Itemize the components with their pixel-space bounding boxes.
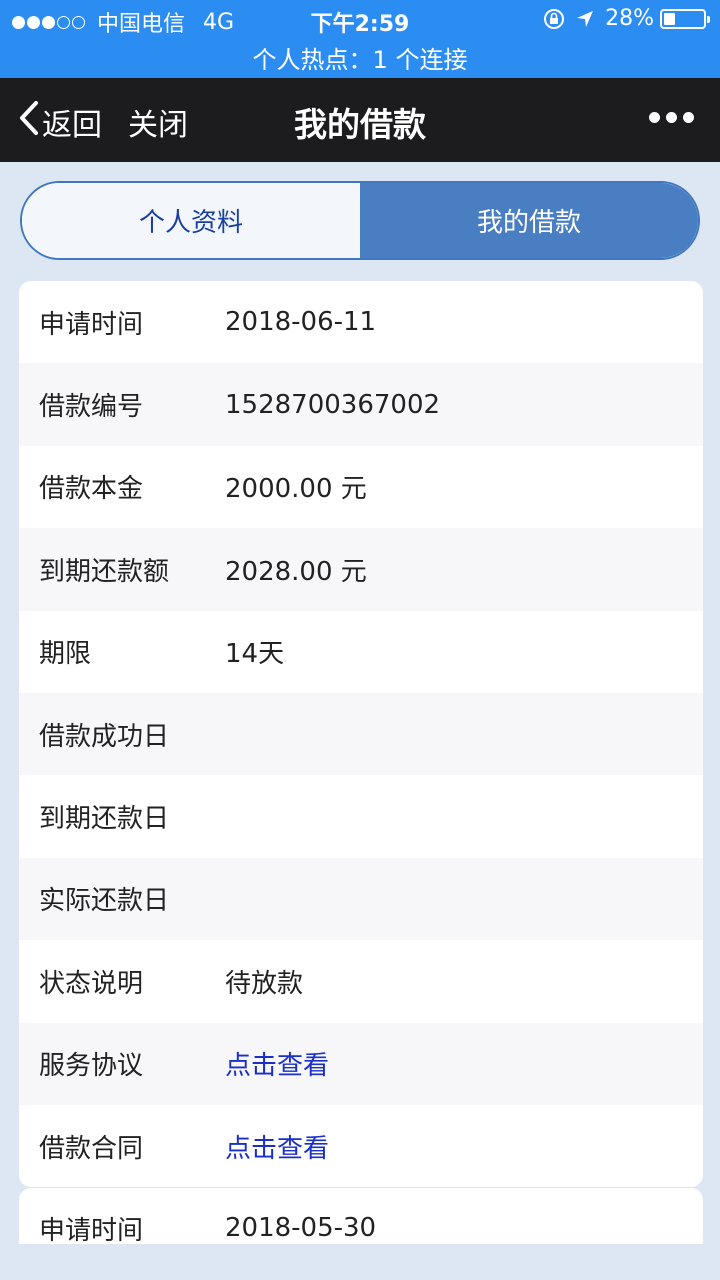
table-row: 服务协议 点击查看 <box>19 1022 703 1105</box>
nav-bar: 返回 关闭 我的借款 <box>0 78 720 162</box>
row-label: 借款合同 <box>39 1133 144 1164</box>
status-bar: 中国电信 4G 下午2:59 28% 个人热点：1 个连接 <box>0 0 720 78</box>
status-value: 待放款 <box>225 968 304 999</box>
row-label: 借款编号 <box>39 392 144 423</box>
battery-percent: 28% <box>605 6 654 31</box>
row-label: 申请时间 <box>39 1215 144 1245</box>
table-row: 状态说明 待放款 <box>19 940 703 1022</box>
table-row: 实际还款日 <box>19 857 703 941</box>
table-row: 申请时间 2018-06-11 <box>19 281 703 363</box>
row-label: 服务协议 <box>39 1051 144 1082</box>
row-value: 2028.00 元 <box>225 556 367 587</box>
row-value: 2018-05-30 <box>225 1213 377 1243</box>
row-label: 状态说明 <box>39 968 144 999</box>
row-label: 借款本金 <box>39 474 144 505</box>
table-row: 期限 14天 <box>19 611 703 693</box>
row-value: 2000.00 元 <box>225 474 367 505</box>
table-row: 申请时间 2018-05-30 <box>19 1188 703 1244</box>
table-row: 借款成功日 <box>19 692 703 776</box>
table-row: 借款本金 2000.00 元 <box>19 446 703 528</box>
row-label: 到期还款额 <box>39 556 170 587</box>
service-agreement-link[interactable]: 点击查看 <box>225 1045 703 1082</box>
table-row: 到期还款日 <box>19 775 703 857</box>
tab-profile[interactable]: 个人资料 <box>22 183 360 258</box>
row-label: 期限 <box>39 639 92 670</box>
row-label: 到期还款日 <box>39 804 170 835</box>
location-arrow-icon <box>575 9 595 29</box>
loan-contract-link[interactable]: 点击查看 <box>225 1128 703 1165</box>
loan-record-card: 申请时间 2018-06-11 借款编号 1528700367002 借款本金 … <box>19 281 703 1187</box>
hotspot-banner[interactable]: 个人热点：1 个连接 <box>0 40 720 75</box>
tab-my-loans[interactable]: 我的借款 <box>360 183 698 258</box>
row-value: 2018-06-11 <box>225 307 377 338</box>
row-label: 借款成功日 <box>39 721 170 752</box>
battery-icon <box>660 8 710 29</box>
row-label: 申请时间 <box>39 309 144 340</box>
row-label: 实际还款日 <box>39 886 170 917</box>
rotation-lock-icon <box>543 8 565 30</box>
row-value: 1528700367002 <box>225 389 441 420</box>
more-options-icon[interactable] <box>643 112 694 123</box>
page-title: 我的借款 <box>294 105 426 144</box>
row-value: 14天 <box>225 639 285 670</box>
table-row: 借款合同 点击查看 <box>19 1105 703 1187</box>
table-row: 借款编号 1528700367002 <box>19 363 703 446</box>
table-row: 到期还款额 2028.00 元 <box>19 528 703 611</box>
loan-record-card: 申请时间 2018-05-30 <box>19 1188 703 1244</box>
tab-switcher: 个人资料 我的借款 <box>20 181 700 260</box>
